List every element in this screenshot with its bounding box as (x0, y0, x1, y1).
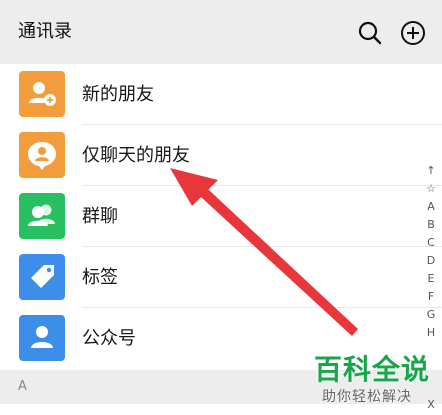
index-item[interactable]: G (421, 306, 441, 324)
list-item-group-chats[interactable]: 群聊 (0, 186, 442, 247)
search-icon[interactable] (357, 20, 383, 46)
add-friend-icon (19, 71, 65, 117)
index-item[interactable]: ☆ (421, 180, 441, 198)
list-item-label: 仅聊天的朋友 (82, 145, 190, 166)
chat-only-icon (19, 132, 65, 178)
official-account-icon (19, 315, 65, 361)
watermark: 百科全说 助你轻松解决 (308, 352, 440, 412)
tag-icon (19, 254, 65, 300)
watermark-title: 百科全说 (314, 353, 431, 386)
contact-menu-list: 新的朋友 仅聊天的朋友 群聊 标签 公众号 (0, 64, 442, 369)
index-item[interactable]: A (421, 198, 441, 216)
alphabet-index-bar[interactable]: ↑ ☆ A B C D E F G H (421, 162, 441, 342)
list-item-chat-only-friends[interactable]: 仅聊天的朋友 (0, 125, 442, 186)
index-item[interactable]: E (421, 270, 441, 288)
index-item[interactable]: F (421, 288, 441, 306)
list-item-tags[interactable]: 标签 (0, 247, 442, 308)
top-bar: 通讯录 (0, 0, 442, 64)
index-item[interactable]: H (421, 324, 441, 342)
index-item[interactable]: D (421, 252, 441, 270)
list-item-label: 公众号 (82, 328, 136, 349)
index-item[interactable]: B (421, 216, 441, 234)
section-letter: A (18, 379, 27, 394)
group-icon (19, 193, 65, 239)
index-item[interactable]: ↑ (421, 162, 441, 180)
list-item-label: 标签 (82, 267, 118, 288)
index-item[interactable]: C (421, 234, 441, 252)
list-item-new-friends[interactable]: 新的朋友 (0, 64, 442, 125)
watermark-subtitle: 助你轻松解决 (322, 389, 412, 405)
list-item-label: 新的朋友 (82, 84, 154, 105)
add-icon[interactable] (400, 20, 426, 46)
list-item-label: 群聊 (82, 206, 118, 227)
page-title: 通讯录 (18, 21, 72, 42)
